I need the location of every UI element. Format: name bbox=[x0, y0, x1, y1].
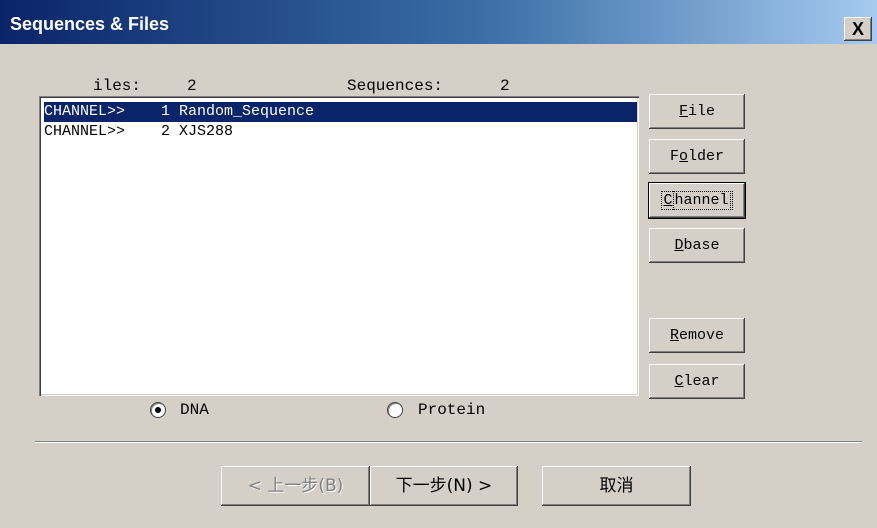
remove-label-rest: emove bbox=[679, 327, 725, 344]
channel-button[interactable]: Channel bbox=[648, 182, 746, 219]
next-button[interactable]: 下一步(N) > bbox=[370, 466, 518, 506]
sequence-list-item[interactable]: CHANNEL>> 2 XJS288 bbox=[44, 122, 637, 142]
folder-label-rest: lder bbox=[688, 148, 725, 165]
separator bbox=[35, 441, 862, 443]
clear-label-rest: lear bbox=[683, 373, 720, 390]
protein-label: Protein bbox=[418, 401, 486, 419]
sequences-label: Sequences: bbox=[347, 77, 444, 95]
file-label-rest: ile bbox=[688, 103, 716, 120]
folder-button[interactable]: Folder bbox=[649, 139, 745, 174]
dbase-mnemonic: D bbox=[674, 237, 684, 254]
remove-button[interactable]: Remove bbox=[649, 318, 745, 353]
channel-mnemonic: C bbox=[663, 192, 673, 209]
file-mnemonic: F bbox=[678, 103, 688, 120]
protein-radio[interactable] bbox=[387, 402, 403, 418]
channel-label-rest: hannel bbox=[672, 191, 731, 210]
dbase-button[interactable]: Dbase bbox=[649, 228, 745, 263]
folder-mnemonic: o bbox=[678, 148, 688, 165]
cancel-button[interactable]: 取消 bbox=[542, 466, 691, 506]
files-count: 2 bbox=[187, 77, 197, 95]
back-button[interactable]: < 上一步(B) bbox=[221, 466, 370, 506]
clear-button[interactable]: Clear bbox=[649, 364, 745, 399]
dbase-label-rest: base bbox=[683, 237, 720, 254]
clear-mnemonic: C bbox=[674, 373, 684, 390]
file-button[interactable]: File bbox=[649, 94, 745, 129]
folder-label-pre: F bbox=[669, 148, 679, 165]
close-button[interactable]: X bbox=[844, 17, 872, 41]
sequence-listbox[interactable]: CHANNEL>> 1 Random_Sequence CHANNEL>> 2 … bbox=[39, 96, 639, 396]
window-title: Sequences & Files bbox=[10, 14, 170, 34]
remove-mnemonic: R bbox=[669, 327, 679, 344]
sequences-count: 2 bbox=[500, 77, 510, 95]
files-label: iles: bbox=[93, 77, 142, 95]
dna-label: DNA bbox=[180, 401, 209, 419]
dna-radio[interactable] bbox=[150, 402, 166, 418]
sequence-list-item[interactable]: CHANNEL>> 1 Random_Sequence bbox=[44, 102, 637, 122]
